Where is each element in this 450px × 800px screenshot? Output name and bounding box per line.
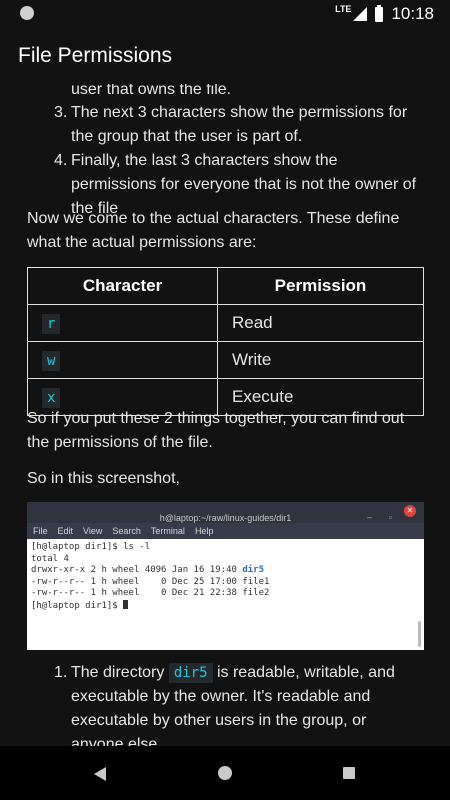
terminal-prompt: [h@laptop dir1]$ <box>31 600 124 611</box>
table-cell: w <box>27 341 218 379</box>
terminal-line: [h@laptop dir1]$ ls -l <box>31 542 151 552</box>
table-row: w Write <box>27 341 424 379</box>
terminal-scrollbar <box>418 621 421 647</box>
notification-icon <box>20 6 34 20</box>
terminal-line: total 4 <box>31 553 69 564</box>
status-bar: LTE 10:18 <box>0 0 450 28</box>
table-cell: Write <box>217 341 424 379</box>
close-icon: ✕ <box>404 505 416 517</box>
home-icon[interactable] <box>218 766 232 780</box>
paragraph: So in this screenshot, <box>27 470 180 487</box>
terminal-title: h@laptop:~/raw/linux-guides/dir1 <box>159 513 292 523</box>
terminal-line-text: drwxr-xr-x 2 h wheel 4096 Jan 16 19:40 <box>31 565 243 575</box>
list-item-number: 1. <box>54 664 68 681</box>
paragraph: So if you put these 2 things together, y… <box>27 410 405 451</box>
list-item-text: The next 3 characters show the permissio… <box>71 104 408 145</box>
table-cell: Read <box>217 304 424 342</box>
list-item-number: 3. <box>54 104 68 121</box>
list-item-number: 4. <box>54 152 68 169</box>
list-item-text-pre: The directory <box>71 664 169 681</box>
minimize-icon: – <box>366 512 372 522</box>
character-code: x <box>42 387 61 408</box>
character-code: r <box>42 313 61 334</box>
table-header-row: Character Permission <box>27 267 424 305</box>
terminal-line: -rw-r--r-- 1 h wheel 0 Dec 21 22:38 file… <box>31 588 270 598</box>
network-type: LTE <box>335 4 352 14</box>
app-bar: File Permissions <box>0 28 450 84</box>
list-item-text: user that owns the file. <box>71 84 232 98</box>
maximize-icon: ▫ <box>388 512 392 522</box>
table-row: r Read <box>27 304 424 342</box>
page-title: File Permissions <box>18 44 173 67</box>
table-header: Permission <box>217 267 424 305</box>
list-item-text: The directory dir5 is readable, writable… <box>71 661 421 746</box>
recents-icon[interactable] <box>343 767 355 779</box>
battery-icon <box>375 4 384 22</box>
permissions-table: Character Permission r Read w Write x Ex… <box>27 267 424 416</box>
table-header: Character <box>27 267 218 305</box>
inline-code: dir5 <box>168 663 213 683</box>
cursor-icon <box>123 599 129 609</box>
terminal-dir-name: dir5 <box>242 565 265 575</box>
signal-icon <box>353 7 368 21</box>
character-code: w <box>42 350 61 371</box>
navigation-bar <box>0 746 450 800</box>
terminal-line: drwxr-xr-x 2 h wheel 4096 Jan 16 19:40 d… <box>31 565 420 577</box>
terminal-screenshot: h@laptop:~/raw/linux-guides/dir1 – ▫ ✕ F… <box>27 502 424 650</box>
article-content[interactable]: user that owns the file. 3. The next 3 c… <box>0 84 450 746</box>
status-time: 10:18 <box>391 4 434 23</box>
back-icon[interactable] <box>94 767 106 781</box>
terminal-titlebar: h@laptop:~/raw/linux-guides/dir1 – ▫ ✕ <box>27 502 424 523</box>
terminal-line: -rw-r--r-- 1 h wheel 0 Dec 25 17:00 file… <box>31 576 270 587</box>
terminal-line: [h@laptop dir1]$ <box>31 599 420 613</box>
paragraph: Now we come to the actual characters. Th… <box>27 210 400 251</box>
table-cell: r <box>27 304 218 342</box>
terminal-output: [h@laptop dir1]$ ls -l total 4 drwxr-xr-x … <box>27 539 424 647</box>
